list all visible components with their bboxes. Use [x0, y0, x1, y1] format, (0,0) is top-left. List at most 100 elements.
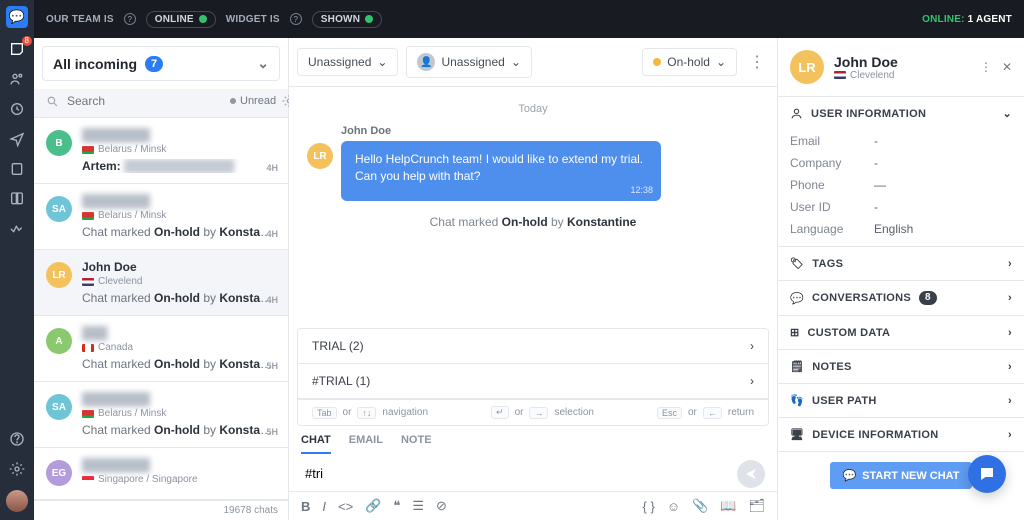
section-custom-data[interactable]: ⊞ CUSTOM DATA ›	[778, 316, 1024, 349]
emoji-icon[interactable]: ☺	[667, 499, 680, 514]
bold-icon[interactable]: B	[301, 499, 310, 514]
nav-reports[interactable]	[8, 220, 26, 238]
suggestion-item[interactable]: #TRIAL (1)›	[298, 364, 768, 399]
row-avatar: B	[46, 130, 72, 156]
template-icon[interactable]: { }	[643, 499, 655, 514]
nav-templates[interactable]	[8, 160, 26, 178]
section-conversations[interactable]: 💬 CONVERSATIONS8 ›	[778, 281, 1024, 315]
composer-input[interactable]	[301, 458, 737, 489]
inbox-row[interactable]: A ███ Canada Chat marked On-hold by Kons…	[34, 316, 288, 382]
search-icon	[46, 95, 59, 108]
widget-help-icon[interactable]: ?	[290, 13, 302, 25]
inbox-filter-count: 7	[145, 56, 163, 72]
row-age: 4H	[266, 163, 278, 173]
row-name: John Doe	[82, 260, 276, 274]
widget-status-pill[interactable]: SHOWN	[312, 11, 382, 28]
kb-icon[interactable]: 📖	[720, 498, 736, 514]
inbox-row[interactable]: B ████████ Belarus / Minsk Artem: ██████…	[34, 118, 288, 184]
nav-contacts[interactable]	[8, 70, 26, 88]
message-time: 12:38	[630, 184, 653, 197]
row-location: Belarus / Minsk	[82, 210, 276, 221]
section-badge: 8	[919, 291, 937, 305]
status-dot-icon	[365, 15, 373, 23]
inbox-filter-dropdown[interactable]: All incoming 7 ⌄	[42, 46, 280, 81]
panel-more-icon[interactable]: ⋮	[980, 60, 992, 74]
suggestion-item[interactable]: TRIAL (2)›	[298, 329, 768, 364]
team-help-icon[interactable]: ?	[124, 13, 136, 25]
row-age: 5H	[266, 427, 278, 437]
tab-chat[interactable]: CHAT	[301, 434, 331, 454]
chat-panel: Unassigned ⌄ 👤Unassigned ⌄ On-hold ⌄ ⋮ T…	[289, 38, 778, 520]
chevron-right-icon: ›	[750, 339, 754, 353]
nav-settings[interactable]	[8, 460, 26, 478]
start-new-chat-button[interactable]: 💬START NEW CHAT	[830, 462, 971, 489]
status-dropdown[interactable]: On-hold ⌄	[642, 48, 737, 76]
tab-email[interactable]: EMAIL	[349, 434, 383, 454]
current-user-avatar[interactable]	[6, 490, 28, 512]
nav-inbox[interactable]: 8	[8, 40, 26, 58]
contact-location: Clevelend	[834, 70, 898, 81]
chat-log: Today John Doe LR Hello HelpCrunch team!…	[289, 87, 777, 328]
contact-name: John Doe	[834, 54, 898, 70]
chat-more-menu[interactable]: ⋮	[745, 46, 769, 78]
row-avatar: LR	[46, 262, 72, 288]
link-icon[interactable]: 🔗	[365, 498, 381, 514]
row-avatar: A	[46, 328, 72, 354]
info-field: Phone—	[778, 174, 1024, 196]
search-input[interactable]	[65, 93, 224, 109]
attach-icon[interactable]: 📎	[692, 498, 708, 514]
saved-replies-icon[interactable]: 🗂	[748, 498, 765, 514]
inbox-row[interactable]: SA ████████ Belarus / Minsk Chat marked …	[34, 382, 288, 448]
section-tags[interactable]: 🏷 TAGS ›	[778, 247, 1024, 280]
info-field: Company-	[778, 152, 1024, 174]
inbox-row[interactable]: LR John Doe Clevelend Chat marked On-hol…	[34, 250, 288, 316]
user-info-header[interactable]: USER INFORMATION⌄	[778, 97, 1024, 130]
clear-format-icon[interactable]: ⊘	[436, 498, 447, 514]
status-dot-icon	[199, 15, 207, 23]
section-device-information[interactable]: 🖥 DEVICE INFORMATION ›	[778, 418, 1024, 451]
system-note: Chat marked On-hold by Konstantine	[307, 215, 759, 229]
assign-team-dropdown[interactable]: Unassigned ⌄	[297, 48, 398, 76]
section-user-path[interactable]: 👣 USER PATH ›	[778, 384, 1024, 417]
details-panel: LR John Doe Clevelend ⋮ ✕ USER INFORMATI…	[778, 38, 1024, 520]
send-button[interactable]	[737, 460, 765, 488]
row-name: ████████	[82, 458, 276, 472]
unread-toggle[interactable]: Unread	[230, 95, 276, 107]
row-location: Belarus / Minsk	[82, 408, 276, 419]
day-separator: Today	[307, 103, 759, 115]
row-name: ███	[82, 326, 276, 340]
panel-close-icon[interactable]: ✕	[1002, 60, 1012, 74]
team-status-pill[interactable]: ONLINE	[146, 11, 216, 28]
agents-online: ONLINE: 1 AGENT	[922, 14, 1012, 25]
tab-note[interactable]: NOTE	[401, 434, 432, 454]
row-name: ████████	[82, 392, 276, 406]
assign-agent-dropdown[interactable]: 👤Unassigned ⌄	[406, 46, 531, 78]
list-icon[interactable]: ☰	[412, 498, 424, 514]
flag-icon	[834, 71, 846, 79]
nav-help[interactable]	[8, 430, 26, 448]
chat-widget-fab[interactable]	[968, 455, 1006, 493]
row-location: Clevelend	[82, 276, 276, 287]
user-icon	[790, 107, 803, 120]
inbox-filter-label: All incoming	[53, 56, 137, 72]
code-icon[interactable]: <>	[338, 499, 353, 514]
app-logo[interactable]: 💬	[6, 6, 28, 28]
quote-icon[interactable]: ❝	[393, 498, 400, 514]
nav-knowledge[interactable]	[8, 190, 26, 208]
row-name: ████████	[82, 128, 276, 142]
inbox-list: B ████████ Belarus / Minsk Artem: ██████…	[34, 118, 288, 500]
inbox-row[interactable]: SA ████████ Belarus / Minsk Chat marked …	[34, 184, 288, 250]
onhold-dot-icon	[653, 58, 661, 66]
italic-icon[interactable]: I	[322, 499, 326, 514]
flag-icon	[82, 344, 94, 352]
nav-campaigns[interactable]	[8, 130, 26, 148]
team-status-label: OUR TEAM IS	[46, 14, 114, 25]
inbox-row[interactable]: EG ████████ Singapore / Singapore	[34, 448, 288, 500]
chevron-right-icon: ›	[1008, 395, 1012, 407]
nav-history[interactable]	[8, 100, 26, 118]
section-notes[interactable]: 🗒 NOTES ›	[778, 350, 1024, 383]
device-icon: 🖥	[790, 428, 804, 441]
row-preview: Chat marked On-hold by Konstantine	[82, 423, 276, 437]
inbox-badge: 8	[22, 36, 32, 46]
chevron-right-icon: ›	[1008, 327, 1012, 339]
